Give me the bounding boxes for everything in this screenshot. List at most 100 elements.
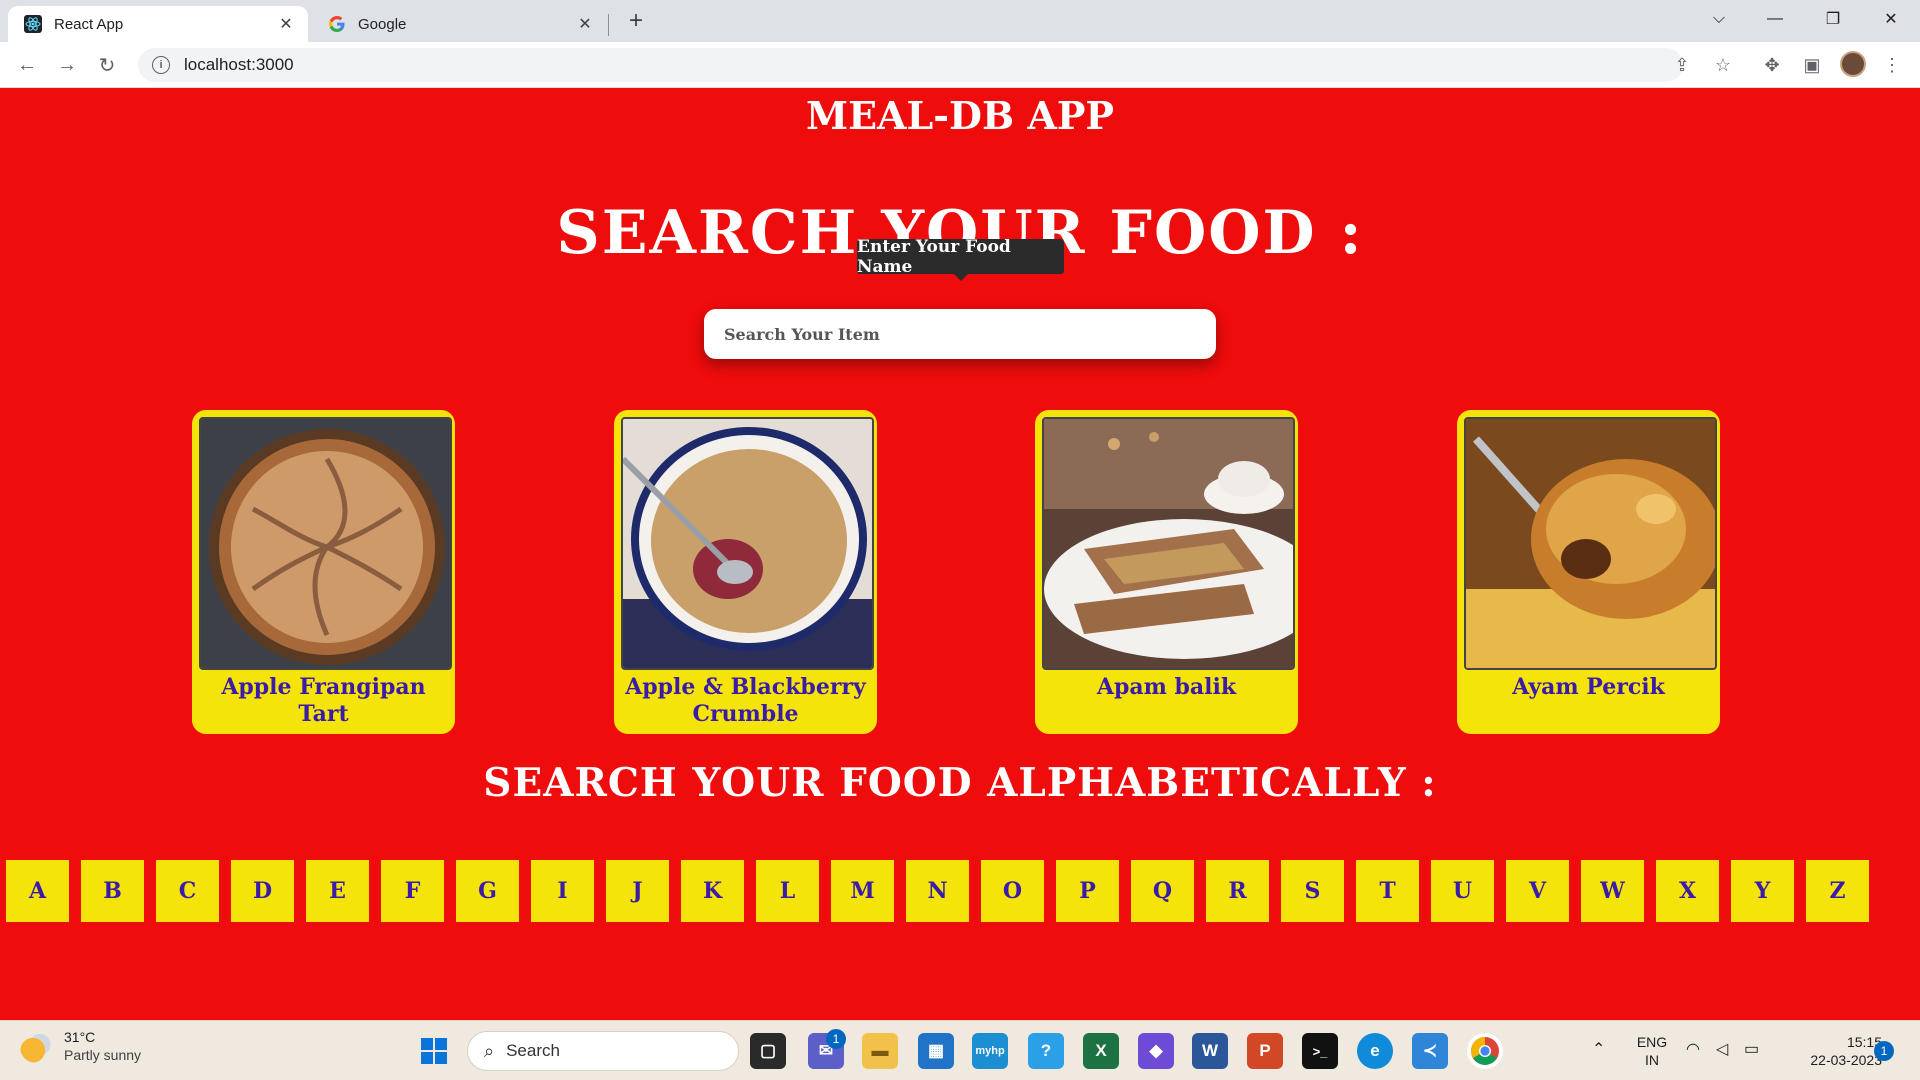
battery-icon[interactable]: ▭ <box>1744 1041 1759 1059</box>
back-arrow-icon[interactable]: ← <box>12 50 42 80</box>
notification-badge[interactable]: 1 <box>1874 1041 1894 1061</box>
letter-button-q[interactable]: Q <box>1131 860 1194 922</box>
partly-sunny-icon <box>20 1030 52 1063</box>
lang-top: ENG <box>1636 1034 1668 1050</box>
excel-icon[interactable]: X <box>1083 1033 1119 1069</box>
letter-button-c[interactable]: C <box>156 860 219 922</box>
share-icon[interactable]: ⇪ <box>1668 51 1696 79</box>
letter-button-a[interactable]: A <box>6 860 69 922</box>
letter-button-v[interactable]: V <box>1506 860 1569 922</box>
meal-name: Apple Frangipan Tart <box>221 674 426 727</box>
copilot-icon[interactable]: ◆ <box>1138 1033 1174 1069</box>
letter-button-p[interactable]: P <box>1056 860 1119 922</box>
meal-image-apple-frangipan-tart <box>199 417 452 670</box>
letter-button-f[interactable]: F <box>381 860 444 922</box>
weather-widget[interactable]: 31°C Partly sunny <box>20 1029 141 1064</box>
clock[interactable]: 15:15 22-03-2023 <box>1782 1033 1882 1069</box>
vscode-icon[interactable]: ≺ <box>1412 1033 1448 1069</box>
meal-image-ayam-percik <box>1464 417 1717 670</box>
lang-bottom: IN <box>1645 1052 1659 1068</box>
address-bar[interactable]: i localhost:3000 <box>138 48 1683 82</box>
windows-start-icon[interactable] <box>416 1033 452 1069</box>
language-indicator[interactable]: ENG IN <box>1632 1033 1672 1069</box>
microsoft-store-icon[interactable]: ▦ <box>918 1033 954 1069</box>
google-icon <box>328 15 346 33</box>
meal-name: Ayam Percik <box>1512 674 1665 700</box>
letter-button-l[interactable]: L <box>756 860 819 922</box>
letter-button-n[interactable]: N <box>906 860 969 922</box>
food-search-input[interactable] <box>704 309 1216 359</box>
terminal-icon[interactable]: >_ <box>1302 1033 1338 1069</box>
tab-google[interactable]: Google ✕ <box>312 6 607 42</box>
chevron-up-icon[interactable]: ⌃ <box>1592 1041 1605 1059</box>
forward-arrow-icon[interactable]: → <box>52 50 82 80</box>
close-tab-icon[interactable]: ✕ <box>276 14 296 34</box>
new-tab-button[interactable]: + <box>622 8 650 36</box>
myhp-icon[interactable]: myhp <box>972 1033 1008 1069</box>
letter-button-s[interactable]: S <box>1281 860 1344 922</box>
letter-button-i[interactable]: I <box>531 860 594 922</box>
edge-icon[interactable]: e <box>1357 1033 1393 1069</box>
taskbar-search-label: Search <box>506 1041 560 1060</box>
search-tooltip: Enter Your Food Name <box>857 237 1064 281</box>
letter-button-e[interactable]: E <box>306 860 369 922</box>
close-window-button[interactable]: ✕ <box>1868 0 1914 38</box>
file-explorer-icon[interactable]: ▬ <box>862 1033 898 1069</box>
letter-button-t[interactable]: T <box>1356 860 1419 922</box>
meal-name: Apple & Blackberry Crumble <box>625 674 866 727</box>
extensions-puzzle-icon[interactable]: ✥ <box>1758 51 1786 79</box>
letter-button-d[interactable]: D <box>231 860 294 922</box>
letter-button-r[interactable]: R <box>1206 860 1269 922</box>
chrome-icon[interactable] <box>1467 1033 1503 1069</box>
letter-button-o[interactable]: O <box>981 860 1044 922</box>
profile-avatar[interactable] <box>1840 51 1866 77</box>
clock-date: 22-03-2023 <box>1810 1052 1882 1068</box>
weather-condition: Partly sunny <box>64 1047 142 1063</box>
react-icon <box>24 15 42 33</box>
clock-time: 15:15 <box>1846 1034 1882 1050</box>
restore-button[interactable]: ❐ <box>1810 0 1856 38</box>
letter-button-x[interactable]: X <box>1656 860 1719 922</box>
meal-db-page: MEAL-DB APP SEARCH YOUR FOOD : Enter You… <box>0 88 1920 1020</box>
tab-react-app[interactable]: React App ✕ <box>8 6 308 42</box>
letter-button-w[interactable]: W <box>1581 860 1644 922</box>
powerpoint-icon[interactable]: P <box>1247 1033 1283 1069</box>
meal-image-apam-balik <box>1042 417 1295 670</box>
tab-divider <box>608 14 609 36</box>
reload-icon[interactable]: ↻ <box>92 50 122 80</box>
letter-button-k[interactable]: K <box>681 860 744 922</box>
meal-name: Apam balik <box>1096 674 1237 700</box>
tab-search-chevron-icon[interactable]: ⌵ <box>1696 0 1742 38</box>
letter-button-z[interactable]: Z <box>1806 860 1869 922</box>
bookmark-star-icon[interactable]: ☆ <box>1709 51 1737 79</box>
letter-button-b[interactable]: B <box>81 860 144 922</box>
tab-title: Google <box>358 15 407 33</box>
letter-button-m[interactable]: M <box>831 860 894 922</box>
letter-button-g[interactable]: G <box>456 860 519 922</box>
word-icon[interactable]: W <box>1192 1033 1228 1069</box>
meal-card[interactable]: Apple & Blackberry Crumble <box>614 410 877 734</box>
menu-kebab-icon[interactable]: ⋮ <box>1878 51 1906 79</box>
letter-button-u[interactable]: U <box>1431 860 1494 922</box>
meal-card[interactable]: Ayam Percik <box>1457 410 1720 734</box>
site-info-icon[interactable]: i <box>152 56 170 74</box>
close-tab-icon[interactable]: ✕ <box>575 14 595 34</box>
meal-card[interactable]: Apple Frangipan Tart <box>192 410 455 734</box>
letter-button-j[interactable]: J <box>606 860 669 922</box>
search-icon: ⌕ <box>484 1040 495 1061</box>
side-panel-icon[interactable]: ▣ <box>1798 51 1826 79</box>
app-title: MEAL-DB APP <box>806 93 1114 138</box>
weather-temp: 31°C <box>64 1029 96 1045</box>
meal-card[interactable]: Apam balik <box>1035 410 1298 734</box>
taskbar: 31°C Partly sunny ⌕ Search ▢ ✉ 1 ▬ ▦ myh… <box>0 1020 1920 1080</box>
minimize-button[interactable]: — <box>1752 0 1798 38</box>
teams-badge: 1 <box>826 1029 846 1049</box>
taskbar-search[interactable]: ⌕ Search <box>467 1031 739 1071</box>
volume-icon[interactable]: ◁ <box>1716 1041 1728 1059</box>
wifi-icon[interactable]: ◠ <box>1686 1041 1700 1059</box>
letter-button-y[interactable]: Y <box>1731 860 1794 922</box>
task-view-icon[interactable]: ▢ <box>750 1033 786 1069</box>
browser-tab-strip: React App ✕ Google ✕ + ⌵ — ❐ ✕ <box>0 0 1920 42</box>
help-icon[interactable]: ? <box>1028 1033 1064 1069</box>
meal-image-apple-blackberry-crumble <box>621 417 874 670</box>
